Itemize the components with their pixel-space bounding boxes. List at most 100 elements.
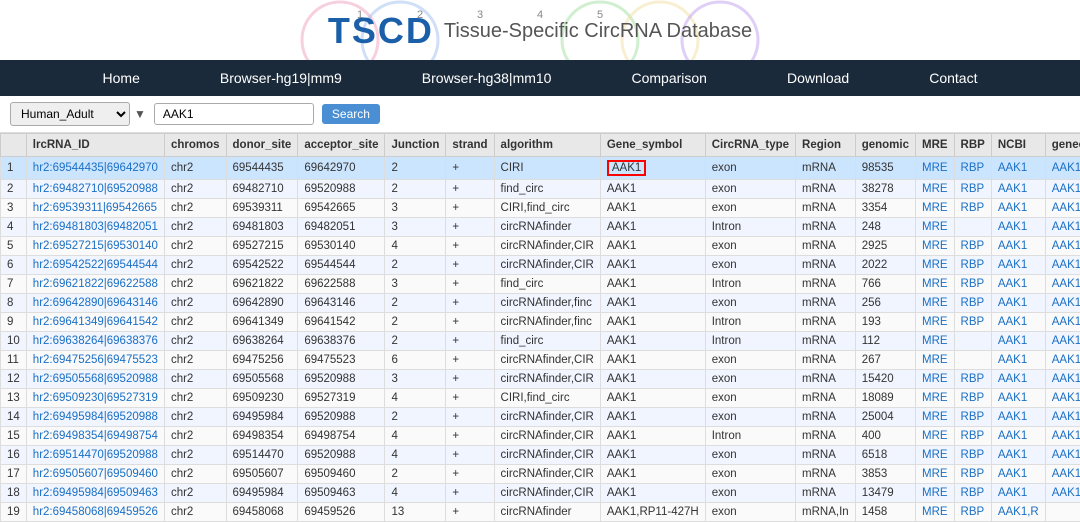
table-cell[interactable]: AAK1: [991, 237, 1045, 256]
table-cell[interactable]: MRE: [915, 484, 954, 503]
nav-download[interactable]: Download: [747, 60, 889, 96]
table-cell[interactable]: hr2:69505568|69520988: [26, 370, 164, 389]
table-cell[interactable]: AAK1: [991, 408, 1045, 427]
table-cell[interactable]: MRE: [915, 275, 954, 294]
table-cell[interactable]: RBP: [954, 370, 991, 389]
table-cell[interactable]: hr2:69498354|69498754: [26, 427, 164, 446]
table-cell[interactable]: hr2:69642890|69643146: [26, 294, 164, 313]
table-cell[interactable]: AAK1: [1045, 370, 1080, 389]
table-cell[interactable]: MRE: [915, 351, 954, 370]
table-cell[interactable]: RBP: [954, 446, 991, 465]
table-cell[interactable]: AAK1: [991, 294, 1045, 313]
table-cell[interactable]: AAK1: [991, 275, 1045, 294]
table-cell[interactable]: MRE: [915, 389, 954, 408]
table-cell[interactable]: hr2:69638264|69638376: [26, 332, 164, 351]
species-dropdown[interactable]: Human_Adult Human_Fetal Mouse_Adult Mous…: [10, 102, 130, 126]
table-cell[interactable]: AAK1: [1045, 275, 1080, 294]
table-cell[interactable]: AAK1: [1045, 446, 1080, 465]
table-cell[interactable]: AAK1: [991, 465, 1045, 484]
table-cell[interactable]: AAK1: [991, 446, 1045, 465]
table-cell[interactable]: hr2:69505607|69509460: [26, 465, 164, 484]
table-cell[interactable]: AAK1: [1045, 465, 1080, 484]
table-cell[interactable]: MRE: [915, 408, 954, 427]
table-cell[interactable]: hr2:69495984|69509463: [26, 484, 164, 503]
table-cell[interactable]: AAK1: [991, 313, 1045, 332]
table-cell[interactable]: hr2:69641349|69641542: [26, 313, 164, 332]
table-cell[interactable]: MRE: [915, 294, 954, 313]
table-cell[interactable]: RBP: [954, 313, 991, 332]
table-cell[interactable]: RBP: [954, 180, 991, 199]
table-cell[interactable]: hr2:69458068|69459526: [26, 503, 164, 522]
table-cell[interactable]: AAK1: [1045, 389, 1080, 408]
table-cell[interactable]: MRE: [915, 465, 954, 484]
table-cell[interactable]: RBP: [954, 237, 991, 256]
table-cell[interactable]: MRE: [915, 199, 954, 218]
table-cell[interactable]: MRE: [915, 180, 954, 199]
table-cell[interactable]: AAK1: [1045, 237, 1080, 256]
table-cell[interactable]: AAK1: [991, 389, 1045, 408]
table-cell[interactable]: AAK1: [991, 351, 1045, 370]
table-cell[interactable]: AAK1: [1045, 199, 1080, 218]
search-button[interactable]: Search: [322, 104, 380, 124]
table-cell[interactable]: hr2:69509230|69527319: [26, 389, 164, 408]
table-cell[interactable]: AAK1: [991, 199, 1045, 218]
nav-comparison[interactable]: Comparison: [591, 60, 746, 96]
table-cell[interactable]: RBP: [954, 389, 991, 408]
table-cell[interactable]: MRE: [915, 446, 954, 465]
table-cell[interactable]: AAK1: [991, 157, 1045, 180]
table-cell[interactable]: hr2:69495984|69520988: [26, 408, 164, 427]
table-cell[interactable]: AAK1: [1045, 157, 1080, 180]
table-cell[interactable]: AAK1: [991, 332, 1045, 351]
table-cell[interactable]: RBP: [954, 503, 991, 522]
table-cell[interactable]: AAK1: [991, 370, 1045, 389]
table-cell[interactable]: MRE: [915, 218, 954, 237]
table-cell[interactable]: AAK1: [1045, 408, 1080, 427]
table-cell[interactable]: MRE: [915, 237, 954, 256]
table-cell[interactable]: AAK1: [991, 218, 1045, 237]
table-cell[interactable]: AAK1: [1045, 427, 1080, 446]
table-cell[interactable]: hr2:69482710|69520988: [26, 180, 164, 199]
table-cell[interactable]: MRE: [915, 313, 954, 332]
table-cell[interactable]: AAK1: [1045, 351, 1080, 370]
table-cell[interactable]: AAK1: [1045, 332, 1080, 351]
search-input[interactable]: [154, 103, 314, 125]
table-cell[interactable]: AAK1: [1045, 313, 1080, 332]
nav-browser-hg19[interactable]: Browser-hg19|mm9: [180, 60, 382, 96]
table-cell[interactable]: MRE: [915, 256, 954, 275]
table-cell[interactable]: RBP: [954, 294, 991, 313]
table-cell[interactable]: MRE: [915, 370, 954, 389]
nav-browser-hg38[interactable]: Browser-hg38|mm10: [382, 60, 592, 96]
nav-home[interactable]: Home: [63, 60, 180, 96]
table-cell[interactable]: RBP: [954, 484, 991, 503]
nav-contact[interactable]: Contact: [889, 60, 1017, 96]
table-cell[interactable]: AAK1: [991, 256, 1045, 275]
table-cell[interactable]: hr2:69542522|69544544: [26, 256, 164, 275]
table-cell[interactable]: hr2:69514470|69520988: [26, 446, 164, 465]
table-cell[interactable]: RBP: [954, 275, 991, 294]
gene-box[interactable]: AAK1: [607, 160, 646, 176]
table-cell[interactable]: MRE: [915, 503, 954, 522]
table-cell[interactable]: RBP: [954, 199, 991, 218]
table-cell[interactable]: AAK1: [1045, 294, 1080, 313]
table-cell[interactable]: hr2:69527215|69530140: [26, 237, 164, 256]
table-cell[interactable]: RBP: [954, 408, 991, 427]
table-cell[interactable]: AAK1: [991, 180, 1045, 199]
table-cell[interactable]: hr2:69544435|69642970: [26, 157, 164, 180]
table-cell[interactable]: RBP: [954, 256, 991, 275]
table-cell[interactable]: hr2:69621822|69622588: [26, 275, 164, 294]
table-cell[interactable]: RBP: [954, 157, 991, 180]
table-cell[interactable]: AAK1: [1045, 256, 1080, 275]
table-cell[interactable]: AAK1: [991, 427, 1045, 446]
table-cell[interactable]: hr2:69481803|69482051: [26, 218, 164, 237]
table-cell[interactable]: hr2:69539311|69542665: [26, 199, 164, 218]
table-cell[interactable]: hr2:69475256|69475523: [26, 351, 164, 370]
table-cell[interactable]: RBP: [954, 427, 991, 446]
table-cell[interactable]: RBP: [954, 465, 991, 484]
table-cell[interactable]: AAK1: [1045, 484, 1080, 503]
table-cell[interactable]: MRE: [915, 157, 954, 180]
table-cell[interactable]: AAK1: [1045, 180, 1080, 199]
table-cell[interactable]: MRE: [915, 427, 954, 446]
table-cell[interactable]: AAK1: [991, 484, 1045, 503]
table-cell[interactable]: AAK1: [1045, 218, 1080, 237]
table-cell[interactable]: MRE: [915, 332, 954, 351]
